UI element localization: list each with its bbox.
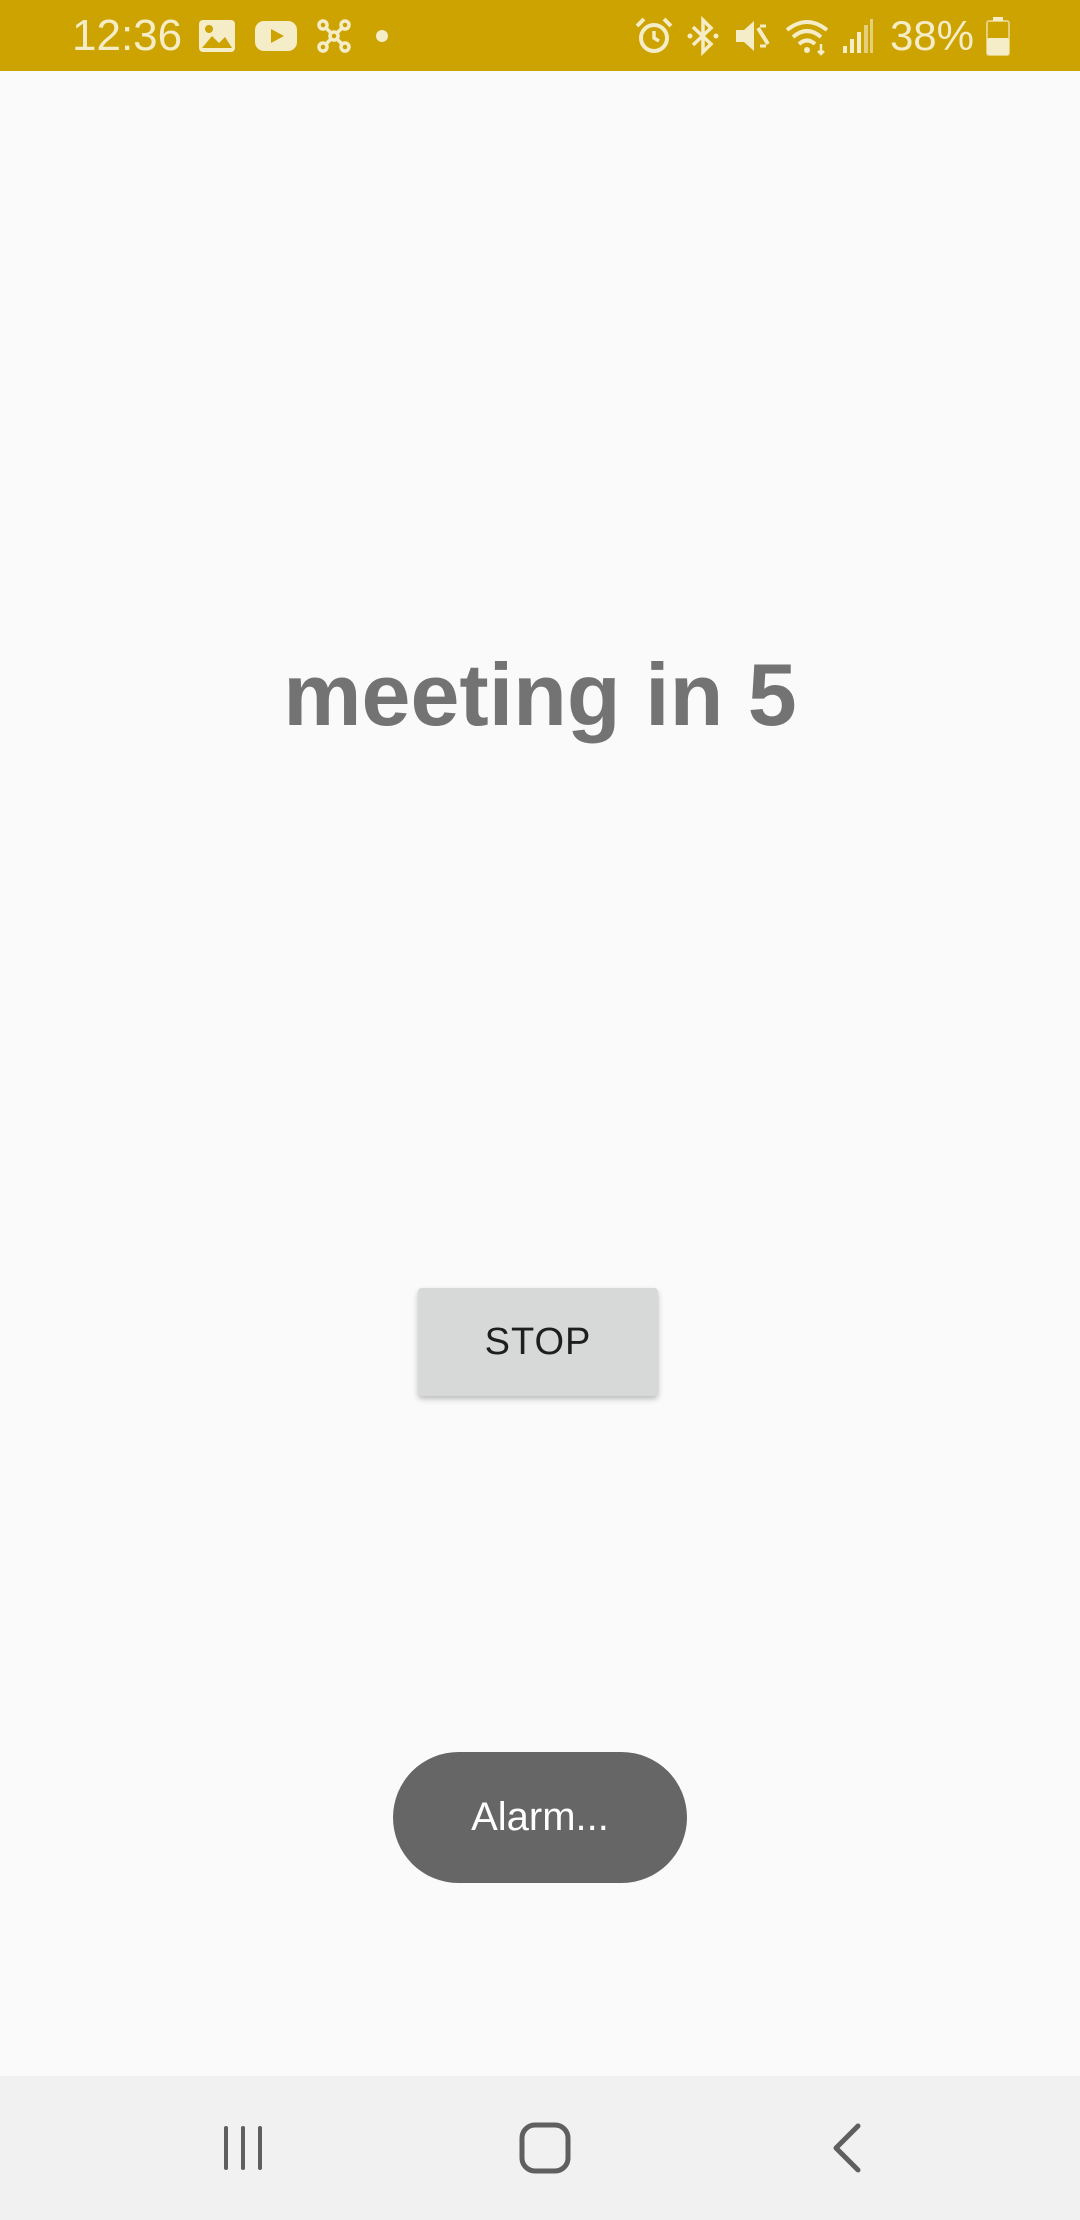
battery-icon: [986, 16, 1010, 56]
home-icon: [519, 2122, 571, 2174]
signal-icon: [842, 18, 874, 54]
alarm-label: meeting in 5: [283, 645, 797, 744]
wifi-icon: [784, 16, 830, 56]
gallery-icon: [198, 19, 236, 53]
status-bar: 12:36 38%: [0, 0, 1080, 71]
recents-button[interactable]: [193, 2098, 293, 2198]
toast-text: Alarm...: [471, 1795, 609, 1839]
navigation-bar: [0, 2076, 1080, 2220]
battery-percent: 38%: [889, 12, 974, 59]
notification-icons: [198, 16, 394, 56]
alarm-icon: [634, 16, 674, 56]
recents-icon: [220, 2125, 266, 2171]
home-button[interactable]: [495, 2098, 595, 2198]
back-button[interactable]: [797, 2098, 897, 2198]
vibrate-mute-icon: [732, 16, 772, 56]
youtube-icon: [254, 20, 298, 52]
bluetooth-icon: [686, 16, 720, 56]
stop-button[interactable]: STOP: [418, 1288, 658, 1396]
app-notification-icon: [316, 18, 352, 54]
status-time: 12:36: [72, 11, 183, 60]
alarm-screen: 12:36 38% meeting in 5 STOP Alarm...: [0, 0, 1080, 2220]
toast-message: Alarm...: [393, 1752, 687, 1883]
back-icon: [831, 2123, 863, 2173]
system-icons: 38%: [634, 14, 1010, 58]
more-notifications-dot: [370, 24, 394, 48]
